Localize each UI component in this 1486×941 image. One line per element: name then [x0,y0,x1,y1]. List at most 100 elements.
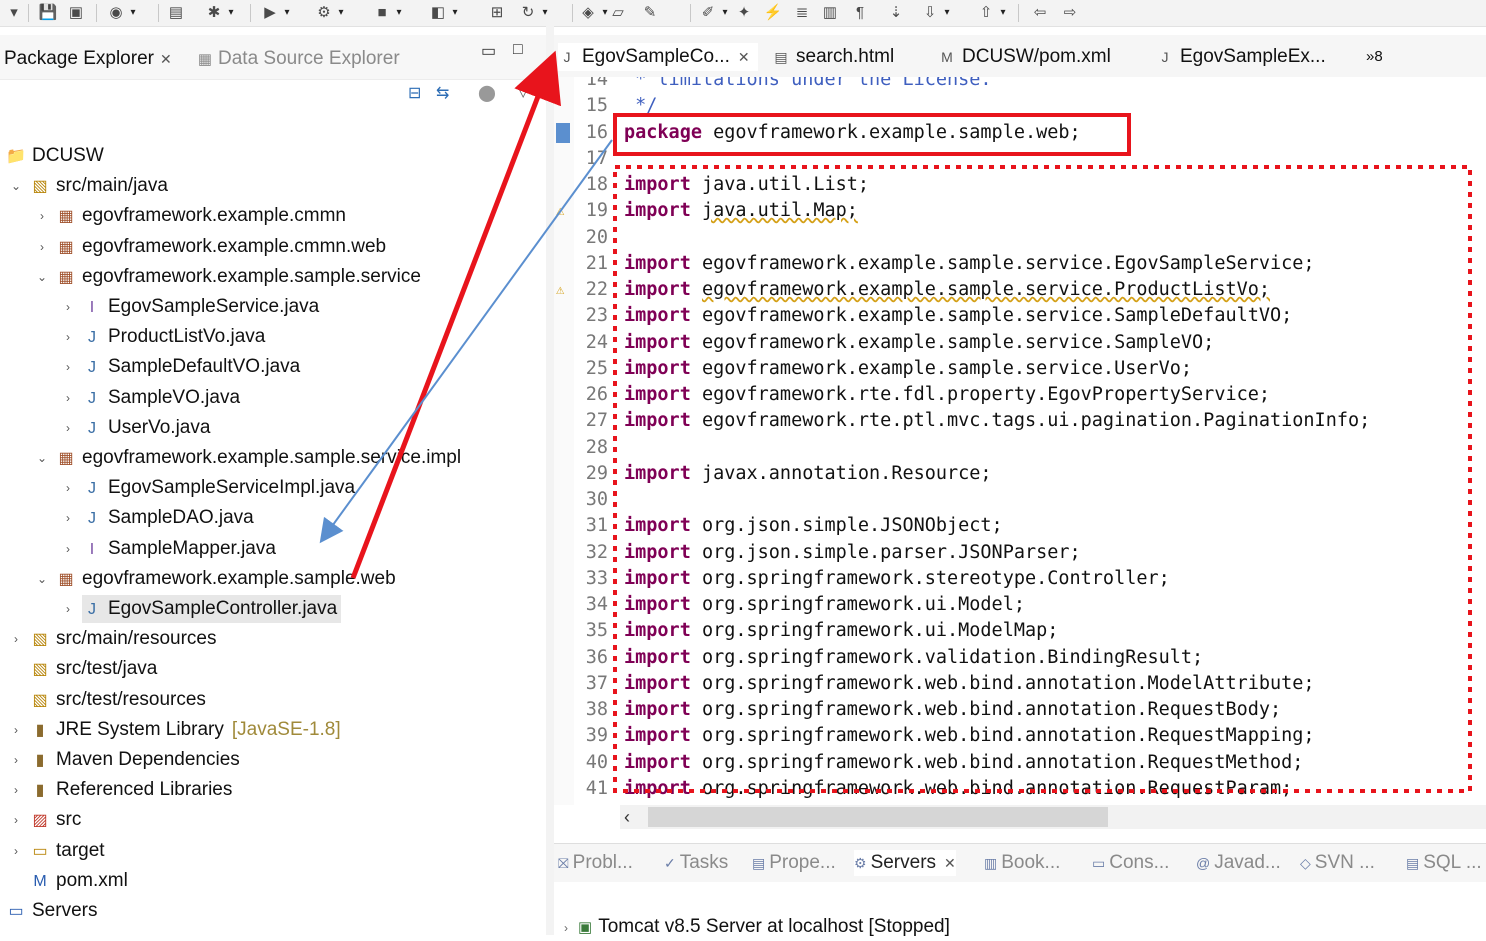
tree-item[interactable]: › I EgovSampleService.java [66,293,319,321]
tree-item[interactable]: › ▮ JRE System Library [JavaSE-1.8] [14,716,341,744]
chevron-down-icon[interactable]: ⌄ [34,565,50,593]
chevron-right-icon[interactable]: › [60,293,76,321]
tab-console[interactable]: ▭ Cons... [1092,850,1169,876]
warning-icon[interactable]: ⚠ [556,277,564,303]
tab-properties[interactable]: ▤ Prope... [752,850,836,876]
dropdown-arrow-icon[interactable]: ▾ [128,3,138,23]
tree-item[interactable]: 📁 DCUSW [6,142,104,170]
annotation-icon[interactable]: ✦ [734,3,754,23]
code-line[interactable]: 35 import org.springframework.ui.ModelMap… [554,618,1486,644]
code-line[interactable]: 18 import java.util.List; [554,172,1486,198]
open-type-icon[interactable]: ◈ [578,3,598,23]
chevron-right-icon[interactable]: › [34,202,50,230]
code-line[interactable]: 30 [554,487,1486,513]
chevron-right-icon[interactable]: › [8,625,24,653]
editor-tab-egovsampleex[interactable]: J EgovSampleEx... [1156,43,1326,71]
editor-tab-pom-xml[interactable]: M DCUSW/pom.xml [938,43,1111,71]
chevron-right-icon[interactable]: › [60,535,76,563]
code-line[interactable]: 36 import org.springframework.validation.… [554,645,1486,671]
chevron-right-icon[interactable]: › [60,353,76,381]
link-with-editor-icon[interactable]: ⇆ [436,83,449,103]
code-line[interactable]: 40 import org.springframework.web.bind.an… [554,750,1486,776]
save-icon[interactable]: 💾 [38,3,58,23]
tab-bookmarks[interactable]: ▥ Book... [984,850,1060,876]
code-line[interactable]: ⚠ 19 import java.util.Map; [554,198,1486,224]
code-line[interactable]: 14 * limitations under the License. [554,77,1486,93]
tree-item[interactable]: ▭ Servers [6,897,97,925]
save-all-icon[interactable]: ▣ [66,3,86,23]
code-line[interactable]: 25 import egovframework.example.sample.se… [554,356,1486,382]
code-line[interactable]: 32 import org.json.simple.parser.JSONPars… [554,540,1486,566]
code-line[interactable]: 28 [554,435,1486,461]
chevron-right-icon[interactable]: › [8,776,24,804]
code-line[interactable]: 33 import org.springframework.stereotype.… [554,566,1486,592]
maximize-icon[interactable]: □ [513,41,523,59]
tree-item[interactable]: ▧ src/test/java [30,655,157,683]
tree-item[interactable]: Mpom.xml [30,867,127,895]
open-folder-icon[interactable]: ▱ [608,3,628,23]
tree-item[interactable]: › ▭ target [14,837,105,865]
chevron-right-icon[interactable]: › [60,414,76,442]
dropdown-arrow-icon[interactable]: ▾ [394,3,404,23]
chevron-right-icon[interactable]: › [8,746,24,774]
scrollbar-thumb[interactable] [648,807,1108,827]
code-line[interactable]: ⚠ 22 import egovframework.example.sample.s… [554,277,1486,303]
chevron-right-icon[interactable]: › [60,474,76,502]
dropdown-arrow-icon[interactable]: ▾ [226,3,236,23]
code-line[interactable]: 23 import egovframework.example.sample.se… [554,303,1486,329]
view-menu-icon[interactable]: ▽ [517,81,529,101]
minimize-icon[interactable]: ▭ [481,41,496,61]
chevron-down-icon[interactable]: ⌄ [8,172,24,200]
chevron-right-icon[interactable]: › [60,323,76,351]
tree-item[interactable]: › J SampleVO.java [66,384,240,412]
collapse-all-icon[interactable]: ⊟ [408,83,421,103]
debug-profile-icon[interactable]: ◉ [106,3,126,23]
close-icon[interactable]: ✕ [160,51,172,67]
external-tools-icon[interactable]: ⚙ [314,3,334,23]
paragraph-icon[interactable]: ¶ [850,3,870,23]
tab-javadoc[interactable]: @ Javad... [1196,850,1281,876]
code-line[interactable]: 17 [554,146,1486,172]
stop-icon[interactable]: ■ [372,3,392,23]
chevron-right-icon[interactable]: › [8,716,24,744]
tab-sql[interactable]: ▤ SQL ... [1406,850,1482,876]
refresh-icon[interactable]: ↻ [518,3,538,23]
code-editor[interactable]: 14 * limitations under the License. 15 */… [554,77,1486,805]
dropdown-arrow-icon[interactable]: ▾ [282,3,292,23]
dropdown-arrow-icon[interactable]: ▾ [942,3,952,23]
close-icon[interactable]: ✕ [738,49,750,65]
code-line[interactable]: 26 import egovframework.rte.fdl.property.… [554,382,1486,408]
tree-item[interactable]: › ▦ egovframework.example.cmmn.web [40,233,386,261]
tree-item[interactable]: › ▮ Referenced Libraries [14,776,232,804]
server-entry[interactable]: › ▣ Tomcat v8.5 Server at localhost [Stopp… [564,914,950,941]
chevron-right-icon[interactable]: › [60,595,76,623]
tab-package-explorer[interactable]: Package Explorer ✕ [4,45,172,73]
format-icon[interactable]: ≣ [792,3,812,23]
dropdown-arrow-icon[interactable]: ▾ [336,3,346,23]
tree-item[interactable]: › J SampleDefaultVO.java [66,353,300,381]
chevron-right-icon[interactable]: › [60,504,76,532]
code-line[interactable]: 20 [554,225,1486,251]
chevron-down-icon[interactable]: ⌄ [34,444,50,472]
code-line[interactable]: 31 import org.json.simple.JSONObject; [554,513,1486,539]
code-line[interactable]: 27 import egovframework.rte.ptl.mvc.tags.… [554,408,1486,434]
tab-problems[interactable]: ⛝ Probl... [558,850,633,876]
tree-item[interactable]: › ▧ src/main/resources [14,625,217,653]
console-icon[interactable]: ▤ [166,3,186,23]
highlight-icon[interactable]: ⚡ [763,3,783,23]
tree-item[interactable]: › J SampleDAO.java [66,504,254,532]
pen-icon[interactable]: ✐ [698,3,718,23]
tree-item[interactable]: › I SampleMapper.java [66,535,276,563]
tab-tasks[interactable]: ✓ Tasks [664,850,728,876]
code-line[interactable]: 34 import org.springframework.ui.Model; [554,592,1486,618]
terminate-icon[interactable]: ◧ [428,3,448,23]
tree-item[interactable]: › J ProductListVo.java [66,323,265,351]
tree-item[interactable]: › J UserVo.java [66,414,210,442]
code-line[interactable]: 39 import org.springframework.web.bind.an… [554,723,1486,749]
code-line[interactable]: 29 import javax.annotation.Resource; [554,461,1486,487]
tab-data-source-explorer[interactable]: ▦ Data Source Explorer [196,45,400,73]
walk-icon[interactable]: ⇣ [886,3,906,23]
dropdown-arrow-icon[interactable]: ▾ [720,3,730,23]
chevron-right-icon[interactable]: › [8,837,24,865]
tab-servers[interactable]: ⚙ Servers ✕ [854,850,956,876]
